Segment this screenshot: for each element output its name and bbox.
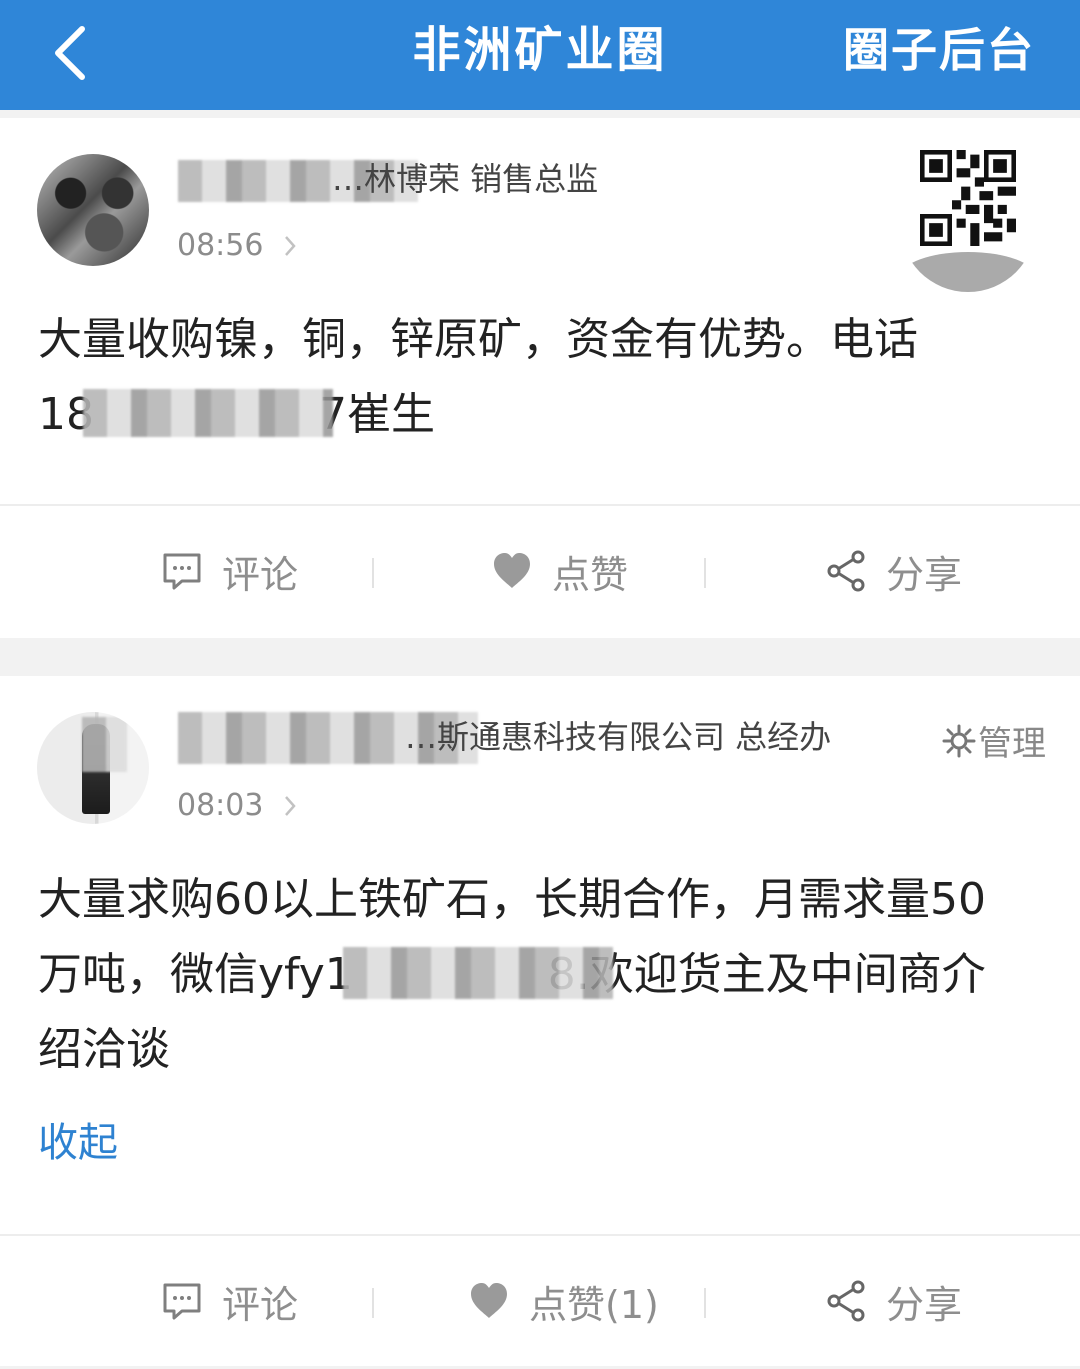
manage-label: 管理: [978, 724, 1046, 764]
post-card: …斯通惠科技有限公司 总经办 管理 08:03 大量求购60以上铁矿石，长期合作…: [0, 676, 1080, 1366]
divider: [704, 558, 706, 588]
post-time: 08:03: [177, 788, 264, 823]
avatar[interactable]: [37, 712, 149, 824]
comment-icon: [163, 1283, 201, 1320]
chevron-right-icon: [285, 796, 296, 816]
comment-button[interactable]: 评论: [160, 1236, 298, 1366]
qr-decor: [900, 252, 1036, 292]
redacted-phone: [83, 389, 333, 437]
manage-button[interactable]: 管理: [942, 716, 1046, 765]
divider: [372, 1288, 374, 1318]
content-line: 万吨，微信yfy1 8.欢迎货主及中间商介: [38, 937, 1042, 1012]
post-time: 08:56: [177, 228, 264, 263]
qr-icon: [920, 150, 1016, 246]
post-content: 大量收购镍，铜，锌原矿，资金有优势。电话 18 7崔生: [38, 302, 1042, 452]
content-line: 大量收购镍，铜，锌原矿，资金有优势。电话: [38, 314, 918, 365]
circle-admin-button[interactable]: 圈子后台: [843, 21, 1035, 79]
post-card: …林博荣 销售总监 08:56 大量收购镍，铜，锌原矿，资金有优势。电话 18 7…: [0, 118, 1080, 638]
like-button[interactable]: 点赞: [490, 506, 628, 636]
comment-label: 评论: [222, 552, 299, 597]
share-label: 分享: [886, 552, 963, 597]
share-button[interactable]: 分享: [824, 1236, 962, 1366]
share-label: 分享: [886, 1282, 963, 1327]
post-content: 大量求购60以上铁矿石，长期合作，月需求量50 万吨，微信yfy1 8.欢迎货主及…: [38, 862, 1042, 1087]
content-line: 18 7崔生: [38, 377, 1042, 452]
content-line: 大量求购60以上铁矿石，长期合作，月需求量50: [38, 874, 986, 925]
content-text: 8.欢迎货主及中间商介: [547, 949, 986, 1000]
collapse-link[interactable]: 收起: [38, 1110, 118, 1168]
share-button[interactable]: 分享: [824, 506, 962, 636]
heart-icon: [471, 1283, 507, 1318]
comment-icon: [163, 553, 201, 590]
redacted-wechat: [343, 947, 613, 999]
divider: [704, 1288, 706, 1318]
like-label: 点赞: [552, 552, 629, 597]
content-text: 7崔生: [319, 389, 435, 440]
comment-label: 评论: [222, 1282, 299, 1327]
qr-code[interactable]: [900, 142, 1036, 292]
redacted-face: [82, 717, 127, 772]
author-name[interactable]: …斯通惠科技有限公司 总经办: [405, 712, 831, 758]
share-icon: [827, 550, 865, 592]
content-text: 万吨，微信yfy1: [38, 949, 353, 1000]
author-name[interactable]: …林博荣 销售总监: [332, 154, 598, 200]
like-button[interactable]: 点赞(1): [467, 1236, 659, 1366]
comment-button[interactable]: 评论: [160, 506, 298, 636]
post-actions: 评论 点赞 分享: [0, 504, 1080, 636]
app-header: 非洲矿业圈 圈子后台: [0, 0, 1080, 110]
chevron-right-icon: [285, 236, 296, 256]
avatar[interactable]: [37, 154, 149, 266]
post-actions: 评论 点赞(1) 分享: [0, 1234, 1080, 1366]
gear-icon: [942, 724, 976, 757]
like-label: 点赞(1): [529, 1282, 659, 1327]
content-line: 绍洽谈: [38, 1024, 170, 1075]
divider: [372, 558, 374, 588]
heart-icon: [494, 553, 530, 588]
share-icon: [827, 1280, 865, 1322]
